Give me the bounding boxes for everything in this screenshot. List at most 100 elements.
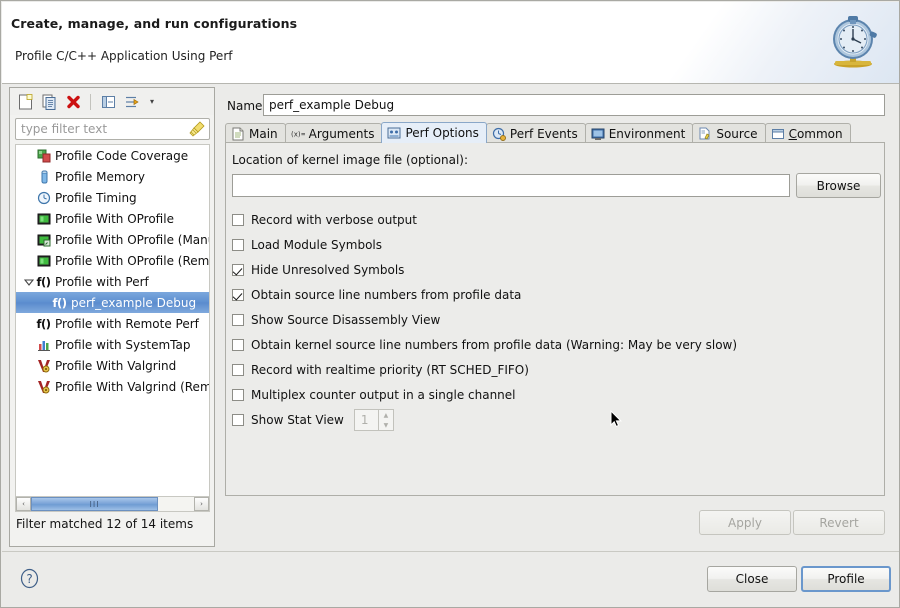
checkbox-multiplex-counter-output[interactable]: Multiplex counter output in a single cha… bbox=[232, 386, 516, 404]
new-configuration-icon[interactable] bbox=[14, 91, 36, 112]
broom-icon[interactable] bbox=[187, 120, 206, 138]
memory-icon bbox=[36, 169, 51, 184]
help-question-icon[interactable]: ? bbox=[19, 568, 40, 589]
stepper-buttons[interactable]: ▲ ▼ bbox=[377, 410, 393, 430]
footer-divider bbox=[2, 551, 899, 552]
list-item[interactable]: Profile Timing bbox=[16, 187, 209, 208]
checkbox-box[interactable] bbox=[232, 214, 244, 226]
tab-label: Main bbox=[249, 126, 278, 141]
svg-text:?: ? bbox=[26, 572, 32, 586]
list-item-label: Profile Timing bbox=[55, 190, 137, 205]
tab-label-rest: ommon bbox=[796, 126, 843, 141]
checkbox-box[interactable] bbox=[232, 289, 244, 301]
tab-label: Arguments bbox=[308, 126, 375, 141]
list-item-selected[interactable]: f() perf_example Debug bbox=[16, 292, 209, 313]
checkbox-label: Show Source Disassembly View bbox=[251, 313, 441, 327]
list-item[interactable]: Profile with SystemTap bbox=[16, 334, 209, 355]
stepper-down-icon[interactable]: ▼ bbox=[379, 420, 393, 430]
tab-source[interactable]: Source bbox=[692, 123, 766, 143]
list-item[interactable]: Profile With OProfile bbox=[16, 208, 209, 229]
function-icon: f() bbox=[36, 316, 51, 331]
scrollbar-thumb[interactable]: III bbox=[31, 497, 159, 511]
kernel-image-input[interactable] bbox=[232, 174, 790, 197]
duplicate-configuration-icon[interactable] bbox=[38, 91, 60, 112]
checkbox-box[interactable] bbox=[232, 239, 244, 251]
list-item[interactable]: Profile Memory bbox=[16, 166, 209, 187]
valgrind-remote-icon bbox=[36, 379, 51, 394]
checkbox-show-stat-view[interactable]: Show Stat View 1 ▲ ▼ bbox=[232, 409, 394, 431]
list-item[interactable]: Profile Code Coverage bbox=[16, 145, 209, 166]
tab-arguments[interactable]: (x)= Arguments bbox=[284, 123, 383, 143]
oprofile-remote-icon bbox=[36, 253, 51, 268]
source-icon bbox=[699, 127, 710, 139]
scroll-right-button[interactable]: › bbox=[194, 497, 209, 511]
function-icon: f() bbox=[52, 295, 67, 310]
page-title: Create, manage, and run configurations bbox=[11, 16, 298, 31]
oprofile-manual-icon bbox=[36, 232, 51, 247]
arguments-icon: (x)= bbox=[291, 130, 305, 138]
expand-collapse-triangle-icon[interactable] bbox=[22, 275, 35, 288]
filter-icon[interactable] bbox=[121, 91, 143, 112]
checkbox-record-verbose[interactable]: Record with verbose output bbox=[232, 211, 417, 229]
configurations-tree[interactable]: Profile Code Coverage Profile Memory Pro… bbox=[15, 144, 210, 496]
checkbox-box[interactable] bbox=[232, 364, 244, 376]
tab-mnemonic: C bbox=[788, 126, 797, 141]
list-item[interactable]: Profile With OProfile (Manual) bbox=[16, 229, 209, 250]
close-button[interactable]: Close bbox=[707, 566, 797, 592]
delete-configuration-icon[interactable] bbox=[62, 91, 84, 112]
scroll-left-button[interactable]: ‹ bbox=[16, 497, 31, 511]
chevron-down-icon[interactable]: ▾ bbox=[145, 92, 159, 112]
environment-icon bbox=[591, 128, 605, 140]
valgrind-icon bbox=[36, 358, 51, 373]
list-item-label: Profile With OProfile bbox=[55, 211, 174, 226]
browse-button[interactable]: Browse bbox=[796, 173, 881, 198]
checkbox-label: Hide Unresolved Symbols bbox=[251, 263, 405, 277]
stat-view-count-stepper[interactable]: 1 ▲ ▼ bbox=[353, 409, 394, 431]
list-item[interactable]: Profile With OProfile (Remote) bbox=[16, 250, 209, 271]
checkbox-obtain-kernel-source-line-numbers[interactable]: Obtain kernel source line numbers from p… bbox=[232, 336, 737, 354]
checkbox-record-realtime-priority[interactable]: Record with realtime priority (RT SCHED_… bbox=[232, 361, 529, 379]
checkbox-box[interactable] bbox=[232, 314, 244, 326]
checkbox-hide-unresolved-symbols[interactable]: Hide Unresolved Symbols bbox=[232, 261, 404, 279]
tab-perf-events[interactable]: Perf Events bbox=[485, 123, 586, 143]
list-item-label: Profile with Perf bbox=[55, 274, 149, 289]
profile-button[interactable]: Profile bbox=[801, 566, 891, 592]
perf-events-icon bbox=[492, 127, 506, 141]
search-input[interactable] bbox=[16, 121, 187, 137]
checkbox-label: Show Stat View bbox=[251, 413, 344, 427]
collapse-all-icon[interactable] bbox=[97, 91, 119, 112]
tab-main[interactable]: Main bbox=[225, 123, 286, 143]
dialog-header-banner: Create, manage, and run configurations P… bbox=[2, 2, 899, 84]
timing-clock-icon bbox=[36, 190, 51, 205]
tab-common[interactable]: Common bbox=[764, 123, 851, 143]
launch-configurations-dialog: Create, manage, and run configurations P… bbox=[0, 0, 900, 608]
perf-options-panel: Location of kernel image file (optional)… bbox=[225, 142, 885, 496]
scrollbar-track[interactable]: III bbox=[31, 497, 194, 511]
tab-perf-options[interactable]: Perf Options bbox=[381, 122, 487, 143]
list-item-label: Profile Code Coverage bbox=[55, 148, 189, 163]
tab-environment[interactable]: Environment bbox=[584, 123, 694, 143]
stepper-up-icon[interactable]: ▲ bbox=[379, 410, 393, 420]
checkbox-box[interactable] bbox=[232, 339, 244, 351]
oprofile-icon bbox=[36, 211, 51, 226]
checkbox-label: Obtain kernel source line numbers from p… bbox=[251, 338, 738, 352]
list-item[interactable]: Profile With Valgrind (Remote) bbox=[16, 376, 209, 397]
checkbox-show-source-disassembly[interactable]: Show Source Disassembly View bbox=[232, 311, 440, 329]
list-item[interactable]: f() Profile with Perf bbox=[16, 271, 209, 292]
checkbox-box[interactable] bbox=[232, 264, 244, 276]
configuration-name-input[interactable] bbox=[263, 94, 885, 116]
tree-horizontal-scrollbar[interactable]: ‹ III › bbox=[15, 496, 210, 512]
apply-button[interactable]: Apply bbox=[699, 510, 791, 535]
list-item[interactable]: Profile With Valgrind bbox=[16, 355, 209, 376]
toolbar-separator bbox=[90, 93, 91, 110]
filter-box[interactable] bbox=[15, 118, 210, 140]
configurations-toolbar: ▾ bbox=[10, 88, 214, 115]
function-icon: f() bbox=[36, 274, 51, 289]
checkbox-obtain-source-line-numbers[interactable]: Obtain source line numbers from profile … bbox=[232, 286, 521, 304]
revert-button[interactable]: Revert bbox=[793, 510, 885, 535]
list-item-label: Profile With Valgrind (Remote) bbox=[55, 379, 210, 394]
list-item[interactable]: f() Profile with Remote Perf bbox=[16, 313, 209, 334]
checkbox-box[interactable] bbox=[232, 389, 244, 401]
checkbox-load-module-symbols[interactable]: Load Module Symbols bbox=[232, 236, 382, 254]
checkbox-box[interactable] bbox=[232, 414, 244, 426]
